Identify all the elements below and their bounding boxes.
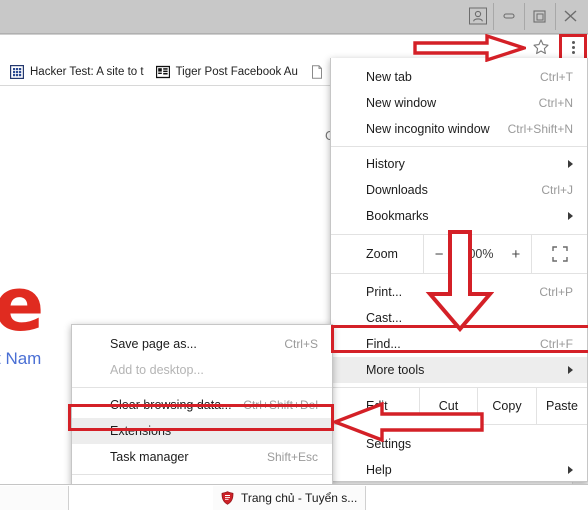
menu-item-label: Task manager [110, 450, 189, 464]
menu-item-label: Find... [366, 337, 401, 351]
menu-item-label: Print... [366, 285, 403, 299]
menu-item-label: New window [366, 96, 437, 110]
cut-button[interactable]: Cut [419, 388, 477, 424]
menu-item-label: Extensions [110, 424, 172, 438]
menu-item-new-window[interactable]: New window Ctrl+N [331, 90, 587, 116]
bookmark-star-icon[interactable] [532, 38, 550, 56]
menu-edit-row: Edit Cut Copy Paste [331, 387, 587, 425]
bookmark-item-hacker-test[interactable]: Hacker Test: A site to t [4, 61, 150, 83]
menu-item-accel: Ctrl+J [541, 183, 573, 197]
menu-item-label: Settings [366, 437, 412, 451]
copy-button[interactable]: Copy [477, 388, 536, 424]
minimize-icon [503, 13, 515, 19]
menu-item-label: Downloads [366, 183, 428, 197]
menu-item-label: Bookmarks [366, 209, 429, 223]
chevron-right-icon [568, 466, 573, 474]
red-shield-icon [221, 491, 234, 505]
page-document-icon [311, 65, 322, 79]
menu-item-accel: Ctrl+F [540, 337, 573, 351]
zoom-in-button[interactable]: + [512, 246, 521, 263]
submenu-item-clear-browsing-data[interactable]: Clear browsing data... Ctrl+Shift+Del [72, 392, 332, 418]
submenu-separator [72, 474, 332, 475]
browser-toolbar [0, 34, 588, 62]
menu-item-label: Help [366, 463, 392, 477]
menu-item-new-tab[interactable]: New tab Ctrl+T [331, 64, 587, 90]
menu-item-new-incognito-window[interactable]: New incognito window Ctrl+Shift+N [331, 116, 587, 142]
window-controls [463, 1, 586, 31]
menu-item-accel: Shift+Esc [266, 450, 318, 464]
bookmark-item-tiger-post[interactable]: Tiger Post Facebook Au [150, 61, 304, 83]
menu-item-accel: Ctrl+Shift+Del [243, 398, 318, 412]
profile-avatar-button[interactable] [463, 3, 493, 30]
menu-item-accel: Ctrl+Shift+N [507, 122, 573, 136]
chevron-right-icon [568, 366, 573, 374]
bookmark-label: Tiger Post Facebook Au [175, 66, 298, 78]
submenu-separator [72, 387, 332, 388]
menu-item-more-tools[interactable]: More tools [331, 357, 587, 383]
menu-item-label: New incognito window [366, 122, 490, 136]
zoom-out-button[interactable]: − [435, 246, 444, 263]
submenu-item-task-manager[interactable]: Task manager Shift+Esc [72, 444, 332, 470]
menu-item-bookmarks[interactable]: Bookmarks [331, 203, 587, 229]
submenu-item-extensions[interactable]: Extensions [72, 418, 332, 444]
chevron-right-icon [568, 160, 573, 168]
menu-separator [331, 146, 587, 147]
menu-item-cast[interactable]: Cast... [331, 305, 587, 331]
taskbar-start-area[interactable] [0, 485, 69, 510]
browser-screenshot: Hacker Test: A site to t Tiger Post Face… [0, 0, 588, 510]
fullscreen-icon [551, 246, 568, 262]
menu-item-accel: Ctrl+T [540, 70, 573, 84]
menu-item-settings[interactable]: Settings [331, 431, 587, 457]
menu-item-accel: Ctrl+N [538, 96, 573, 110]
zoom-controls: − 100% + [423, 235, 531, 273]
menu-item-accel: Ctrl+P [539, 285, 573, 299]
taskbar-item-trang-chu[interactable]: Trang chủ - Tuyển s... [213, 485, 367, 510]
menu-item-find[interactable]: Find... Ctrl+F [331, 331, 587, 357]
taskbar: Trang chủ - Tuyển s... [0, 484, 588, 510]
zoom-label: Zoom [366, 247, 398, 261]
grid-site-icon [10, 65, 24, 79]
menu-item-label: Clear browsing data... [110, 398, 232, 412]
menu-item-label: Save page as... [110, 337, 197, 351]
menu-item-downloads[interactable]: Downloads Ctrl+J [331, 177, 587, 203]
menu-item-print[interactable]: Print... Ctrl+P [331, 279, 587, 305]
close-icon [564, 10, 577, 22]
menu-item-label: New tab [366, 70, 412, 84]
menu-item-label: Cast... [366, 311, 403, 325]
fullscreen-button[interactable] [531, 235, 587, 273]
menu-item-label: Add to desktop... [110, 363, 204, 377]
three-dot-menu-button[interactable] [562, 36, 584, 58]
menu-item-label: More tools [366, 363, 425, 377]
zoom-value: 100% [461, 247, 494, 261]
close-button[interactable] [555, 2, 586, 30]
paste-button[interactable]: Paste [536, 388, 587, 424]
taskbar-item-label: Trang chủ - Tuyển s... [241, 491, 358, 505]
restore-button[interactable] [524, 2, 555, 30]
menu-item-label: History [366, 157, 405, 171]
more-tools-submenu: Save page as... Ctrl+S Add to desktop...… [71, 324, 333, 486]
menu-dot [571, 40, 575, 44]
site-logo-subtitle: t Nam [0, 349, 42, 368]
submenu-item-save-page-as[interactable]: Save page as... Ctrl+S [72, 331, 332, 357]
menu-zoom-row: Zoom − 100% + [331, 234, 587, 274]
person-icon [469, 7, 487, 25]
chrome-main-menu: New tab Ctrl+T New window Ctrl+N New inc… [330, 58, 588, 482]
menu-item-accel: Ctrl+S [284, 337, 318, 351]
chevron-right-icon [568, 212, 573, 220]
menu-item-help[interactable]: Help [331, 457, 587, 481]
window-title-bar [0, 0, 588, 34]
site-logo-letter: e [0, 262, 44, 348]
menu-item-history[interactable]: History [331, 151, 587, 177]
submenu-item-add-to-desktop: Add to desktop... [72, 357, 332, 383]
restore-icon [533, 10, 546, 23]
bookmark-label: Hacker Test: A site to t [30, 66, 144, 78]
minimize-button[interactable] [493, 2, 524, 30]
menu-dot [571, 50, 575, 54]
menu-dot [571, 45, 575, 49]
edit-label: Edit [366, 399, 388, 413]
tigerpost-icon [155, 65, 170, 79]
